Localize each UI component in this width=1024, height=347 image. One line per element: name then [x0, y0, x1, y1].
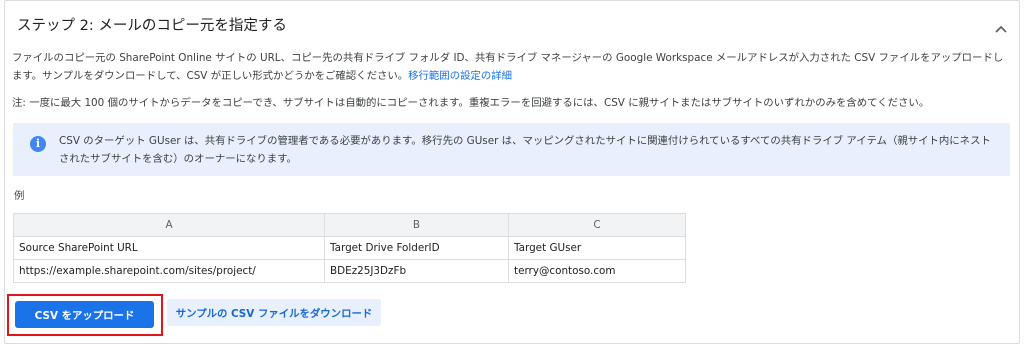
- table-cell: Source SharePoint URL: [13, 236, 325, 260]
- limit-note: 注: 一度に最大 100 個のサイトからデータをコピーでき、サブサイトは自動的に…: [12, 97, 930, 109]
- step-title: ステップ 2: メールのコピー元を指定する: [17, 18, 287, 34]
- example-label: 例: [14, 190, 25, 202]
- collapse-button[interactable]: [991, 19, 1011, 39]
- upload-highlight: CSV をアップロード: [7, 294, 163, 336]
- table-cell: https://example.sharepoint.com/sites/pro…: [13, 259, 325, 283]
- info-callout: i CSV のターゲット GUser は、共有ドライブの管理者である必要がありま…: [13, 123, 1010, 176]
- download-sample-button[interactable]: サンプルの CSV ファイルをダウンロード: [167, 299, 381, 326]
- table-cell: Target Drive FolderID: [324, 236, 509, 260]
- info-icon: i: [30, 136, 46, 152]
- learn-more-link[interactable]: 移行範囲の設定の詳細: [408, 70, 512, 82]
- step-description: ファイルのコピー元の SharePoint Online サイトの URL、コピ…: [12, 49, 1008, 85]
- column-header: C: [508, 213, 686, 237]
- table-cell: BDEz25J3DzFb: [324, 259, 509, 283]
- table-cell: Target GUser: [508, 236, 686, 260]
- info-text: CSV のターゲット GUser は、共有ドライブの管理者である必要があります。…: [59, 135, 991, 165]
- upload-csv-button[interactable]: CSV をアップロード: [15, 301, 154, 328]
- table-cell: terry@contoso.com: [508, 259, 686, 283]
- example-table: A B C Source SharePoint URL Target Drive…: [13, 213, 686, 283]
- column-header: B: [324, 213, 509, 237]
- column-header: A: [13, 213, 325, 237]
- table-row: Source SharePoint URL Target Drive Folde…: [13, 236, 686, 260]
- table-row: https://example.sharepoint.com/sites/pro…: [13, 259, 686, 283]
- table-header-row: A B C: [13, 213, 686, 237]
- chevron-up-icon: [995, 25, 1007, 33]
